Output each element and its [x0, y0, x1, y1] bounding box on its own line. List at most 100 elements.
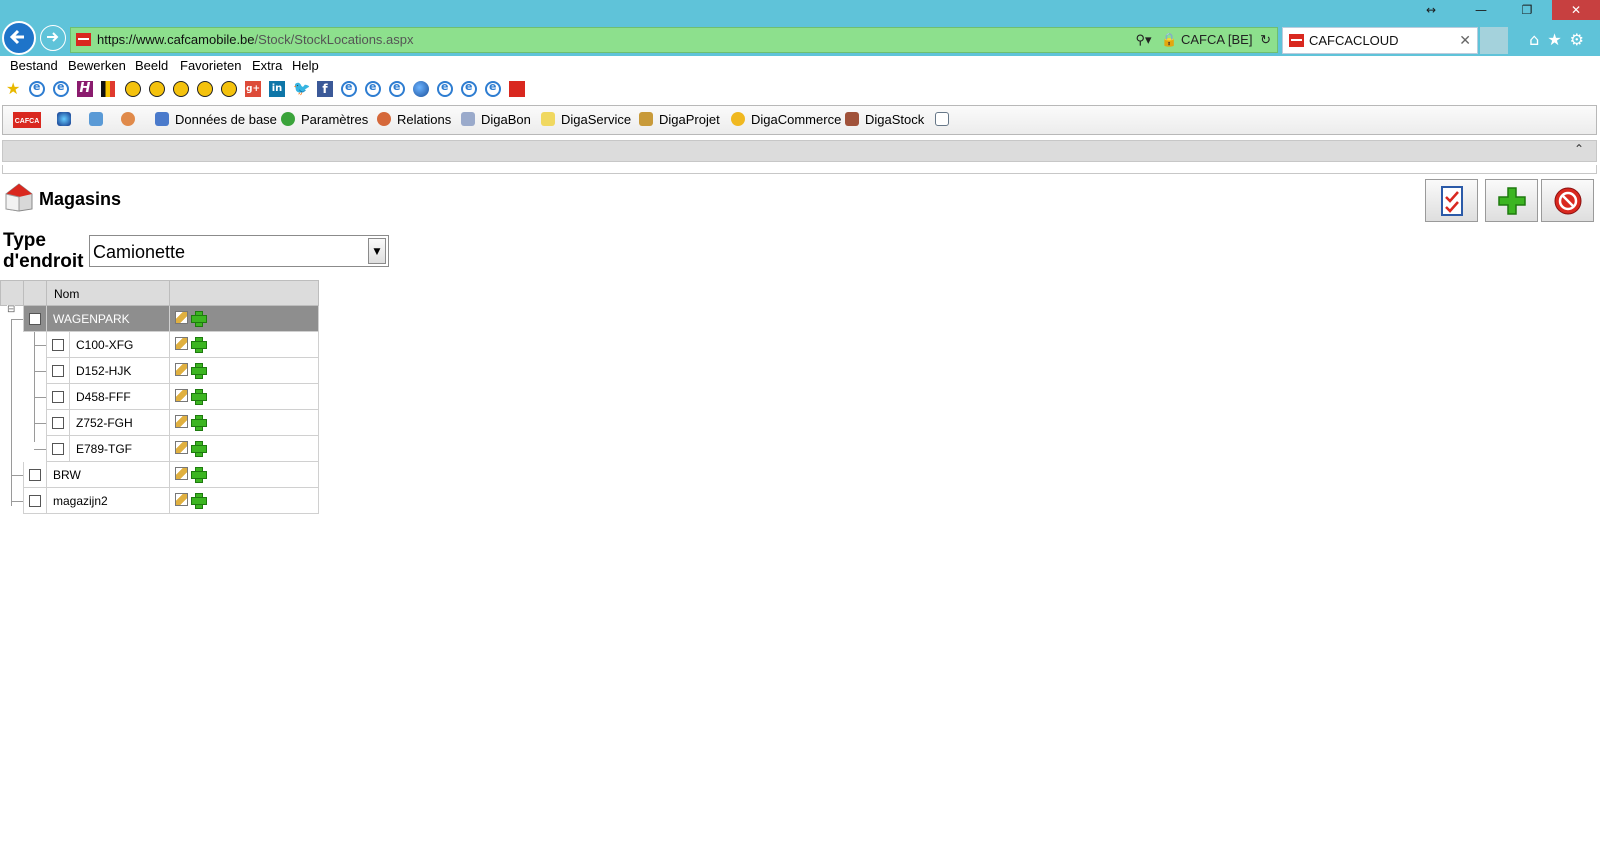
add-child-icon[interactable] — [191, 311, 207, 327]
toolbar-donnees-de-base[interactable]: Données de base — [155, 106, 277, 134]
row-checkbox[interactable] — [52, 339, 64, 351]
toolbar-digaservice[interactable]: DigaService — [541, 106, 631, 134]
add-child-icon[interactable] — [191, 415, 207, 431]
new-tab-button[interactable] — [1480, 27, 1508, 54]
toolbar-digabon[interactable]: DigaBon — [461, 106, 531, 134]
row-checkbox[interactable] — [52, 417, 64, 429]
row-checkbox[interactable] — [29, 495, 41, 507]
add-button[interactable] — [1485, 179, 1538, 222]
location-name[interactable]: WAGENPARK — [53, 306, 130, 332]
location-name[interactable]: D152-HJK — [76, 358, 131, 384]
row-checkbox[interactable] — [52, 391, 64, 403]
table-row[interactable]: Z752-FGH — [46, 410, 319, 436]
forward-button[interactable] — [40, 25, 66, 51]
minimize-button[interactable]: — — [1458, 0, 1504, 20]
location-name[interactable]: E789-TGF — [76, 436, 132, 462]
ie-page-icon[interactable] — [389, 80, 405, 97]
search-icon[interactable]: ⚲▾ — [1135, 32, 1151, 47]
menu-extra[interactable]: Extra — [252, 58, 282, 73]
yellow-badge-icon[interactable] — [221, 81, 237, 97]
location-name[interactable]: BRW — [53, 462, 81, 488]
chevron-down-icon[interactable]: ▼ — [368, 238, 386, 264]
toolbar-parametres[interactable]: Paramètres — [281, 106, 368, 134]
yellow-badge-icon[interactable] — [173, 81, 189, 97]
cafca-logo[interactable]: CAFCA — [13, 112, 41, 128]
menu-help[interactable]: Help — [292, 58, 319, 73]
toolbar-digacommerce[interactable]: DigaCommerce — [731, 106, 841, 134]
edit-icon[interactable] — [175, 441, 188, 454]
toolbar-relations[interactable]: Relations — [377, 106, 451, 134]
sync-icon[interactable] — [89, 106, 109, 134]
browser-tab[interactable]: CAFCACLOUD ✕ — [1282, 27, 1478, 54]
restore-button[interactable]: ❐ — [1504, 0, 1550, 20]
refresh-icon[interactable]: ↻ — [1260, 32, 1271, 47]
add-child-icon[interactable] — [191, 441, 207, 457]
location-name[interactable]: Z752-FGH — [76, 410, 133, 436]
settings-gear-icon[interactable]: ⚙ — [1570, 30, 1592, 49]
lock-icon[interactable]: 🔒 — [1161, 32, 1177, 47]
menu-favorieten[interactable]: Favorieten — [180, 58, 241, 73]
row-checkbox[interactable] — [52, 443, 64, 455]
location-name[interactable]: D458-FFF — [76, 384, 131, 410]
belgium-flag-icon[interactable] — [101, 81, 115, 97]
table-row[interactable]: BRW — [23, 462, 319, 488]
add-child-icon[interactable] — [191, 363, 207, 379]
cancel-button[interactable] — [1541, 179, 1594, 222]
ie-page-icon[interactable] — [437, 80, 453, 97]
edit-icon[interactable] — [175, 415, 188, 428]
location-name[interactable]: C100-XFG — [76, 332, 133, 358]
edit-icon[interactable] — [175, 363, 188, 376]
google-plus-icon[interactable]: g+ — [245, 81, 261, 97]
yellow-badge-icon[interactable] — [149, 81, 165, 97]
row-checkbox[interactable] — [29, 313, 41, 325]
yellow-badge-icon[interactable] — [125, 81, 141, 97]
collapse-chevron-icon[interactable]: ⌃ — [1574, 142, 1584, 156]
validate-button[interactable] — [1425, 179, 1478, 222]
h-logo-icon[interactable]: H — [77, 81, 93, 97]
facebook-icon[interactable]: f — [317, 81, 333, 97]
row-checkbox[interactable] — [52, 365, 64, 377]
cafca-red-icon[interactable] — [509, 81, 525, 97]
menu-bestand[interactable]: Bestand — [10, 58, 58, 73]
ie-page-icon[interactable] — [53, 80, 69, 97]
type-select[interactable]: Camionette ▼ — [89, 235, 389, 267]
add-child-icon[interactable] — [191, 493, 207, 509]
favorites-star-icon[interactable]: ★ — [1547, 30, 1569, 49]
toolbar-digaprojet[interactable]: DigaProjet — [639, 106, 720, 134]
table-row[interactable]: C100-XFG — [46, 332, 319, 358]
edit-icon[interactable] — [175, 311, 188, 324]
menu-beeld[interactable]: Beeld — [135, 58, 168, 73]
linkedin-icon[interactable]: in — [269, 81, 285, 97]
table-row[interactable]: E789-TGF — [46, 436, 319, 462]
address-bar[interactable]: https://www.cafcamobile.be/Stock/StockLo… — [70, 27, 1278, 53]
table-row[interactable]: D458-FFF — [46, 384, 319, 410]
back-button[interactable] — [2, 21, 36, 55]
close-tab-icon[interactable]: ✕ — [1459, 28, 1471, 54]
checklist-icon[interactable] — [935, 106, 955, 134]
ie-page-icon[interactable] — [365, 80, 381, 97]
add-child-icon[interactable] — [191, 467, 207, 483]
edit-icon[interactable] — [175, 467, 188, 480]
location-name[interactable]: magazijn2 — [53, 488, 108, 514]
yellow-badge-icon[interactable] — [197, 81, 213, 97]
home-icon[interactable]: ⌂ — [1529, 30, 1547, 49]
toolbar-digastock[interactable]: DigaStock — [845, 106, 924, 134]
close-window-button[interactable]: ✕ — [1552, 0, 1600, 20]
edit-icon[interactable] — [175, 337, 188, 350]
table-row[interactable]: magazijn2 — [23, 488, 319, 514]
ie-page-icon[interactable] — [29, 80, 45, 97]
row-checkbox[interactable] — [29, 469, 41, 481]
ie-page-icon[interactable] — [485, 80, 501, 97]
user-icon[interactable] — [121, 106, 141, 134]
menu-bewerken[interactable]: Bewerken — [68, 58, 126, 73]
collapse-tree-icon[interactable]: ⊟ — [7, 305, 16, 315]
add-child-icon[interactable] — [191, 337, 207, 353]
twitter-icon[interactable]: 🐦 — [293, 81, 310, 97]
ie-page-icon[interactable] — [461, 80, 477, 97]
edit-icon[interactable] — [175, 389, 188, 402]
edit-icon[interactable] — [175, 493, 188, 506]
site-identity[interactable]: CAFCA [BE] — [1181, 32, 1253, 47]
ie-page-icon[interactable] — [341, 80, 357, 97]
add-child-icon[interactable] — [191, 389, 207, 405]
resize-icon[interactable]: ↔ — [1408, 0, 1454, 20]
